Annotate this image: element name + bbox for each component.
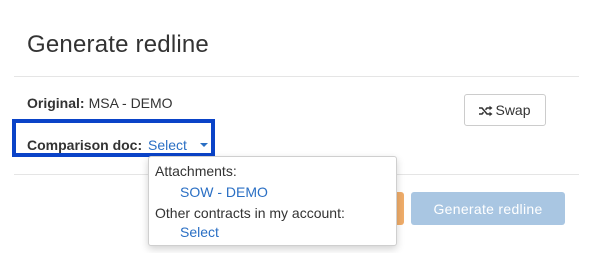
dropdown-item-select-other[interactable]: Select — [180, 224, 219, 240]
shuffle-icon — [479, 104, 493, 117]
comparison-row: Comparison doc: Select — [27, 137, 208, 153]
original-row: Original: MSA - DEMO — [27, 95, 173, 111]
comparison-select-dropdown[interactable]: Select — [148, 137, 208, 153]
swap-button[interactable]: Swap — [464, 94, 546, 126]
dialog-title: Generate redline — [27, 31, 209, 58]
dropdown-item-sow-demo[interactable]: SOW - DEMO — [180, 184, 268, 200]
comparison-label: Comparison doc: — [27, 137, 143, 153]
original-label: Original: — [27, 95, 85, 111]
generate-redline-dialog: Generate redline Original: MSA - DEMO Swa… — [0, 0, 593, 253]
caret-down-icon — [199, 143, 208, 148]
attachments-header: Attachments: — [155, 163, 237, 179]
other-contracts-header: Other contracts in my account: — [155, 205, 345, 221]
swap-button-label: Swap — [495, 102, 531, 118]
generate-redline-button[interactable]: Generate redline — [411, 192, 565, 225]
header-divider — [14, 76, 579, 77]
original-value: MSA - DEMO — [88, 95, 173, 111]
comparison-dropdown-menu: Attachments: SOW - DEMO Other contracts … — [148, 156, 397, 246]
comparison-select-label: Select — [148, 137, 187, 153]
